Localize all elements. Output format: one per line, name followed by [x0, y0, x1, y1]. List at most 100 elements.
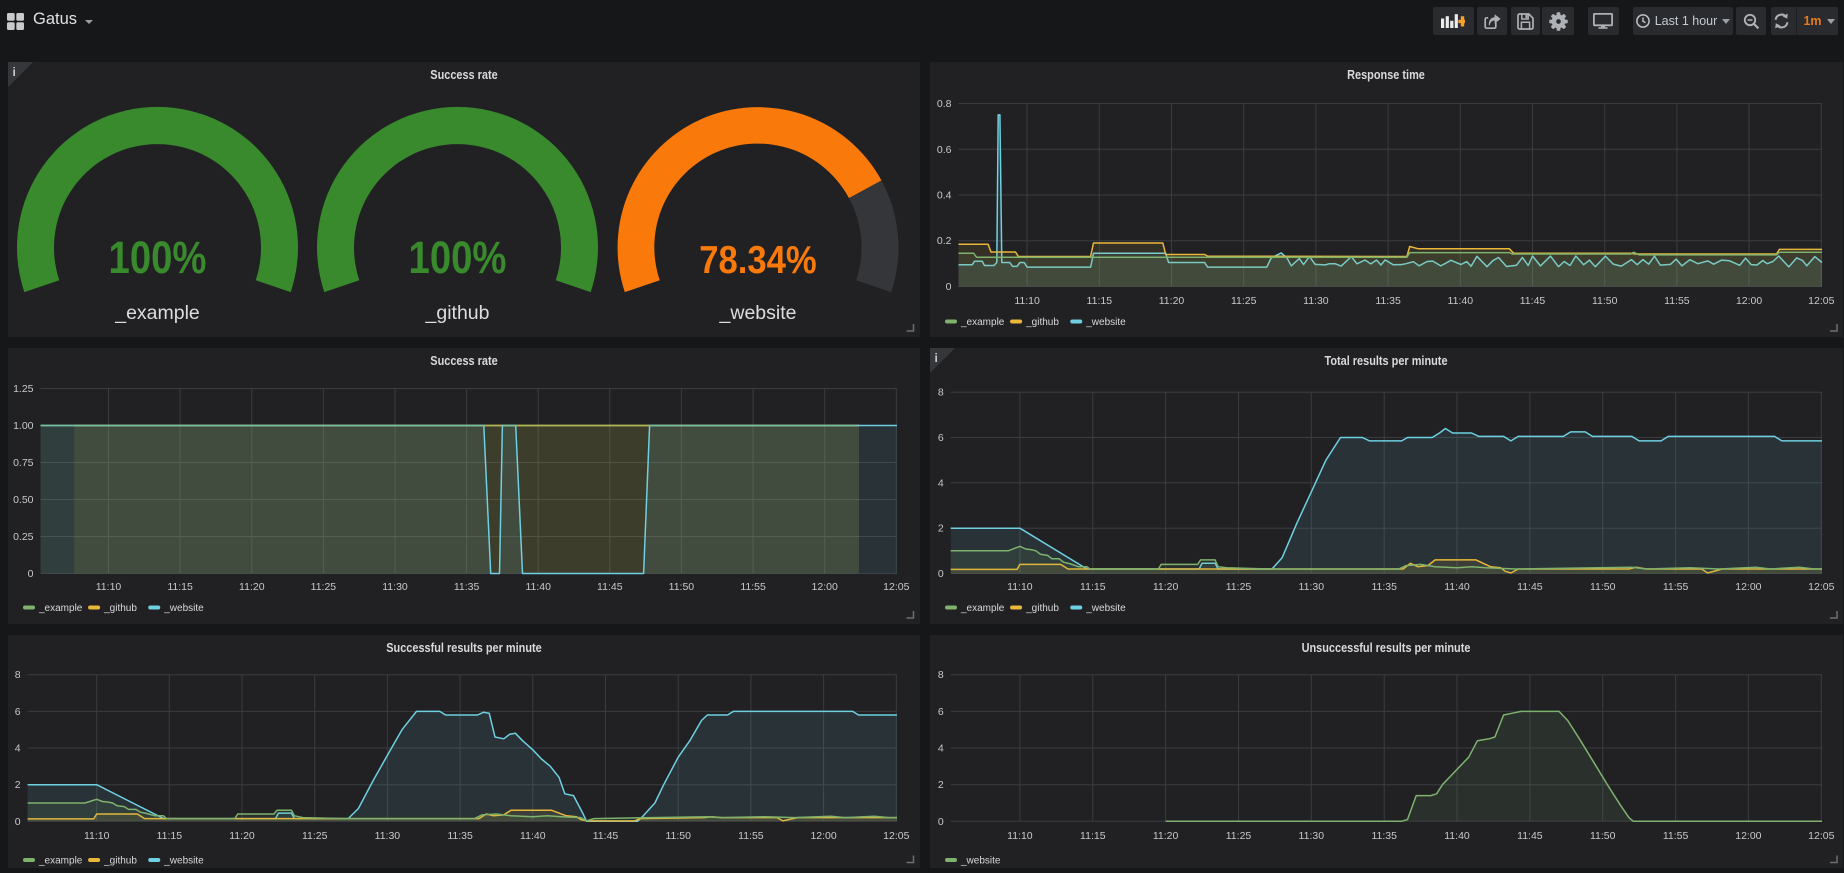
svg-text:6: 6 [15, 705, 21, 717]
svg-text:11:15: 11:15 [1080, 830, 1106, 842]
svg-text:Success rate: Success rate [430, 68, 498, 82]
svg-text:8: 8 [937, 386, 943, 398]
svg-text:11:20: 11:20 [1152, 830, 1178, 842]
svg-text:i: i [13, 65, 16, 79]
svg-text:i: i [934, 351, 937, 365]
svg-text:11:50: 11:50 [1589, 581, 1615, 593]
svg-text:4: 4 [15, 742, 21, 754]
svg-text:11:20: 11:20 [1152, 581, 1178, 593]
svg-text:11:10: 11:10 [1014, 295, 1040, 307]
svg-text:11:10: 11:10 [1007, 581, 1033, 593]
svg-text:11:40: 11:40 [520, 830, 546, 842]
svg-text:11:15: 11:15 [1086, 295, 1112, 307]
svg-text:11:35: 11:35 [1371, 581, 1397, 593]
svg-text:_github: _github [1025, 317, 1059, 328]
svg-text:0.4: 0.4 [936, 189, 951, 201]
svg-text:_github: _github [425, 302, 490, 324]
svg-text:Success rate: Success rate [430, 354, 498, 368]
svg-text:11:55: 11:55 [1662, 830, 1688, 842]
svg-text:_website: _website [719, 302, 797, 324]
svg-text:11:50: 11:50 [665, 830, 691, 842]
svg-text:11:40: 11:40 [525, 581, 551, 593]
svg-text:0: 0 [937, 815, 943, 827]
svg-text:11:35: 11:35 [447, 830, 473, 842]
svg-text:11:55: 11:55 [740, 581, 766, 593]
svg-text:_example: _example [38, 603, 83, 614]
svg-text:8: 8 [15, 669, 21, 681]
svg-text:11:30: 11:30 [375, 830, 401, 842]
svg-text:Unsuccessful results per minut: Unsuccessful results per minute [1301, 641, 1470, 655]
svg-text:2: 2 [937, 779, 943, 791]
svg-text:6: 6 [937, 705, 943, 717]
svg-text:12:00: 12:00 [1735, 295, 1761, 307]
svg-text:_example: _example [960, 317, 1005, 328]
svg-text:78.34%: 78.34% [699, 238, 816, 281]
svg-text:11:30: 11:30 [1298, 581, 1324, 593]
svg-text:11:45: 11:45 [597, 581, 623, 593]
svg-text:12:00: 12:00 [812, 581, 838, 593]
svg-text:_example: _example [960, 603, 1005, 614]
svg-text:12:05: 12:05 [1808, 830, 1834, 842]
svg-text:11:50: 11:50 [1589, 830, 1615, 842]
svg-text:4: 4 [937, 742, 943, 754]
svg-text:_website: _website [1085, 603, 1126, 614]
svg-text:11:20: 11:20 [1158, 295, 1184, 307]
svg-text:12:05: 12:05 [1808, 295, 1834, 307]
svg-text:_github: _github [103, 855, 137, 866]
svg-text:11:40: 11:40 [1444, 581, 1470, 593]
svg-text:11:15: 11:15 [157, 830, 183, 842]
svg-text:11:10: 11:10 [1007, 830, 1033, 842]
svg-text:11:50: 11:50 [669, 581, 695, 593]
svg-text:11:40: 11:40 [1444, 830, 1470, 842]
svg-text:11:10: 11:10 [84, 830, 110, 842]
svg-text:0: 0 [15, 815, 21, 827]
svg-text:12:00: 12:00 [1735, 830, 1761, 842]
svg-text:0: 0 [937, 568, 943, 580]
svg-text:11:45: 11:45 [1519, 295, 1545, 307]
svg-text:_example: _example [114, 302, 200, 324]
svg-text:100%: 100% [109, 232, 207, 283]
svg-text:_example: _example [38, 855, 83, 866]
svg-text:12:05: 12:05 [883, 830, 909, 842]
svg-text:11:30: 11:30 [1298, 830, 1324, 842]
svg-text:_github: _github [103, 603, 137, 614]
svg-text:100%: 100% [409, 232, 507, 283]
svg-text:12:00: 12:00 [1735, 581, 1761, 593]
svg-text:11:15: 11:15 [1080, 581, 1106, 593]
svg-text:11:35: 11:35 [454, 581, 480, 593]
svg-text:_website: _website [1085, 317, 1126, 328]
svg-text:11:55: 11:55 [1662, 581, 1688, 593]
svg-text:11:50: 11:50 [1591, 295, 1617, 307]
svg-text:_website: _website [163, 603, 204, 614]
svg-text:4: 4 [937, 477, 943, 489]
svg-text:11:25: 11:25 [1225, 830, 1251, 842]
svg-text:1.00: 1.00 [13, 420, 34, 432]
svg-text:6: 6 [937, 432, 943, 444]
svg-text:_github: _github [1025, 603, 1059, 614]
svg-text:11:10: 11:10 [96, 581, 122, 593]
svg-text:12:00: 12:00 [810, 830, 836, 842]
svg-text:11:45: 11:45 [593, 830, 619, 842]
svg-text:2: 2 [15, 779, 21, 791]
svg-text:2: 2 [937, 522, 943, 534]
svg-text:0: 0 [28, 568, 34, 580]
svg-text:11:30: 11:30 [1303, 295, 1329, 307]
svg-text:Response time: Response time [1347, 68, 1425, 82]
svg-text:_website: _website [960, 855, 1001, 866]
svg-text:0.50: 0.50 [13, 494, 34, 506]
svg-text:11:25: 11:25 [311, 581, 337, 593]
svg-text:11:25: 11:25 [1230, 295, 1256, 307]
svg-text:11:25: 11:25 [1225, 581, 1251, 593]
svg-text:Total results per minute: Total results per minute [1324, 354, 1448, 368]
svg-text:11:35: 11:35 [1371, 830, 1397, 842]
svg-text:11:25: 11:25 [302, 830, 328, 842]
svg-text:Successful results per minute: Successful results per minute [386, 641, 542, 655]
svg-text:11:40: 11:40 [1447, 295, 1473, 307]
svg-text:11:45: 11:45 [1517, 830, 1543, 842]
svg-text:11:55: 11:55 [738, 830, 764, 842]
svg-text:11:55: 11:55 [1664, 295, 1690, 307]
svg-text:0.75: 0.75 [13, 457, 34, 469]
svg-text:11:20: 11:20 [229, 830, 255, 842]
svg-text:11:35: 11:35 [1375, 295, 1401, 307]
svg-text:1.25: 1.25 [13, 383, 34, 395]
